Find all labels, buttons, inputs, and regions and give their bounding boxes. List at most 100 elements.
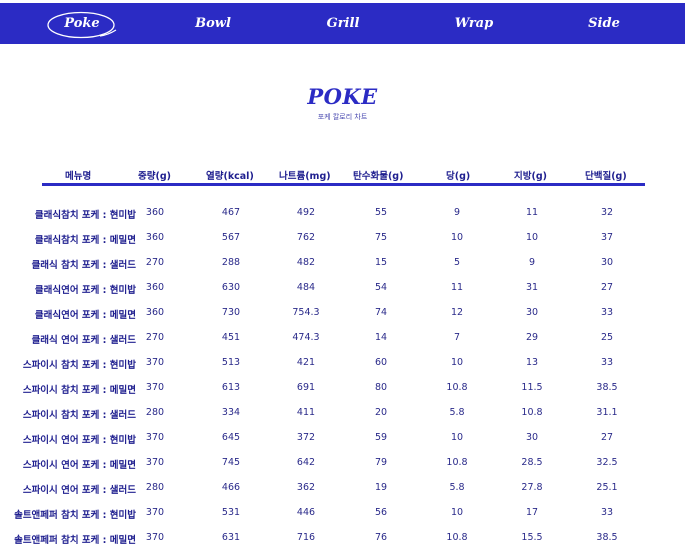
table-header: 메뉴명 중량(g) 열량(kcal) 나트륨(mg) 탄수화물(g) 당(g) … <box>42 164 645 186</box>
table-row: 클래식연어 포케 : 현미밥 360 630 484 54 11 31 27 <box>0 276 685 301</box>
table-row: 솔트앤페퍼 참치 포케 : 메밀면 370 631 716 76 10.8 15.5 38.5 <box>0 526 685 551</box>
cell-menu-name: 스파이시 참치 포케 : 샐러드 <box>22 410 136 421</box>
cell-sugar: 11 <box>450 282 464 293</box>
table-row: 클래식참치 포케 : 메밀면 360 567 762 75 10 10 37 <box>0 226 685 251</box>
cell-carbs: 76 <box>374 532 388 543</box>
cell-sugar: 10.8 <box>446 382 468 393</box>
col-header-fat: 지방(g) <box>514 171 547 182</box>
nav-tab-wrap[interactable]: Wrap <box>429 3 519 44</box>
cell-sodium: 482 <box>296 257 316 268</box>
cell-carbs: 74 <box>374 307 388 318</box>
cell-sugar: 10 <box>450 507 464 518</box>
cell-calories: 451 <box>221 332 241 343</box>
table-body: 클래식참치 포케 : 현미밥 360 467 492 55 9 11 32 클래식참치 포케 :… <box>0 201 685 551</box>
cell-calories: 613 <box>221 382 241 393</box>
cell-weight: 370 <box>145 432 165 443</box>
cell-menu-name: 클래식 참치 포케 : 샐러드 <box>31 260 136 271</box>
cell-protein: 37 <box>600 232 614 243</box>
cell-weight: 270 <box>145 257 165 268</box>
table-row: 스파이시 참치 포케 : 메밀면 370 613 691 80 10.8 11.5 38.5 <box>0 376 685 401</box>
nav-tab-grill[interactable]: Grill <box>298 3 388 44</box>
cell-carbs: 59 <box>374 432 388 443</box>
cell-carbs: 79 <box>374 457 388 468</box>
cell-carbs: 56 <box>374 507 388 518</box>
cell-sodium: 372 <box>296 432 316 443</box>
cell-menu-name: 클래식 연어 포케 : 샐러드 <box>31 335 136 346</box>
cell-weight: 360 <box>145 207 165 218</box>
cell-sugar: 7 <box>453 332 461 343</box>
cell-calories: 467 <box>221 207 241 218</box>
cell-menu-name: 스파이시 참치 포케 : 현미밥 <box>22 360 136 371</box>
cell-sodium: 474.3 <box>292 332 320 343</box>
cell-menu-name: 스파이시 연어 포케 : 현미밥 <box>22 435 136 446</box>
cell-fat: 17 <box>525 507 539 518</box>
cell-protein: 33 <box>600 307 614 318</box>
cell-calories: 645 <box>221 432 241 443</box>
cell-sodium: 446 <box>296 507 316 518</box>
col-header-weight: 중량(g) <box>138 171 171 182</box>
cell-protein: 25.1 <box>596 482 618 493</box>
table-row: 클래식연어 포케 : 메밀면 360 730 754.3 74 12 30 33 <box>0 301 685 326</box>
table-row: 클래식참치 포케 : 현미밥 360 467 492 55 9 11 32 <box>0 201 685 226</box>
cell-weight: 360 <box>145 282 165 293</box>
col-header-sodium: 나트륨(mg) <box>279 171 331 182</box>
table-row: 스파이시 참치 포케 : 현미밥 370 513 421 60 10 13 33 <box>0 351 685 376</box>
cell-sodium: 492 <box>296 207 316 218</box>
cell-calories: 567 <box>221 232 241 243</box>
cell-protein: 38.5 <box>596 532 618 543</box>
cell-carbs: 80 <box>374 382 388 393</box>
col-header-protein: 단백질(g) <box>585 171 627 182</box>
cell-carbs: 14 <box>374 332 388 343</box>
cell-protein: 25 <box>600 332 614 343</box>
cell-carbs: 19 <box>374 482 388 493</box>
cell-sugar: 12 <box>450 307 464 318</box>
cell-fat: 11 <box>525 207 539 218</box>
cell-weight: 370 <box>145 357 165 368</box>
cell-menu-name: 솔트앤페퍼 참치 포케 : 메밀면 <box>14 535 136 546</box>
cell-carbs: 15 <box>374 257 388 268</box>
cell-fat: 11.5 <box>521 382 543 393</box>
cell-menu-name: 스파이시 연어 포케 : 메밀면 <box>22 460 136 471</box>
cell-weight: 370 <box>145 532 165 543</box>
nav-tab-side[interactable]: Side <box>559 3 649 44</box>
cell-menu-name: 클래식연어 포케 : 현미밥 <box>34 285 136 296</box>
col-header-sugar: 당(g) <box>446 171 471 182</box>
cell-calories: 630 <box>221 282 241 293</box>
nav-tab-poke[interactable]: Poke <box>37 3 127 44</box>
cell-sodium: 421 <box>296 357 316 368</box>
cell-carbs: 60 <box>374 357 388 368</box>
cell-fat: 9 <box>528 257 536 268</box>
cell-sodium: 716 <box>296 532 316 543</box>
page-subtitle: 포케 칼로리 차트 <box>317 113 368 121</box>
cell-calories: 466 <box>221 482 241 493</box>
table-row: 솔트앤페퍼 참치 포케 : 현미밥 370 531 446 56 10 17 33 <box>0 501 685 526</box>
title-block: POKE 포케 칼로리 차트 <box>0 84 685 122</box>
table-row: 스파이시 연어 포케 : 샐러드 280 466 362 19 5.8 27.8 25.1 <box>0 476 685 501</box>
cell-menu-name: 스파이시 연어 포케 : 샐러드 <box>22 485 136 496</box>
cell-sugar: 10.8 <box>446 532 468 543</box>
cell-sodium: 754.3 <box>292 307 320 318</box>
cell-protein: 30 <box>600 257 614 268</box>
cell-sodium: 642 <box>296 457 316 468</box>
table-row: 스파이시 연어 포케 : 메밀면 370 745 642 79 10.8 28.5 32.5 <box>0 451 685 476</box>
cell-protein: 27 <box>600 432 614 443</box>
cell-weight: 270 <box>145 332 165 343</box>
cell-fat: 10 <box>525 232 539 243</box>
cell-calories: 531 <box>221 507 241 518</box>
cell-fat: 30 <box>525 307 539 318</box>
cell-protein: 32 <box>600 207 614 218</box>
cell-weight: 360 <box>145 307 165 318</box>
cell-fat: 15.5 <box>521 532 543 543</box>
nav-tab-bowl[interactable]: Bowl <box>168 3 258 44</box>
cell-protein: 38.5 <box>596 382 618 393</box>
cell-carbs: 55 <box>374 207 388 218</box>
cell-sodium: 484 <box>296 282 316 293</box>
cell-fat: 29 <box>525 332 539 343</box>
cell-sugar: 5.8 <box>449 482 465 493</box>
cell-weight: 370 <box>145 507 165 518</box>
cell-protein: 31.1 <box>596 407 618 418</box>
cell-weight: 370 <box>145 382 165 393</box>
cell-calories: 730 <box>221 307 241 318</box>
cell-weight: 360 <box>145 232 165 243</box>
cell-weight: 280 <box>145 482 165 493</box>
